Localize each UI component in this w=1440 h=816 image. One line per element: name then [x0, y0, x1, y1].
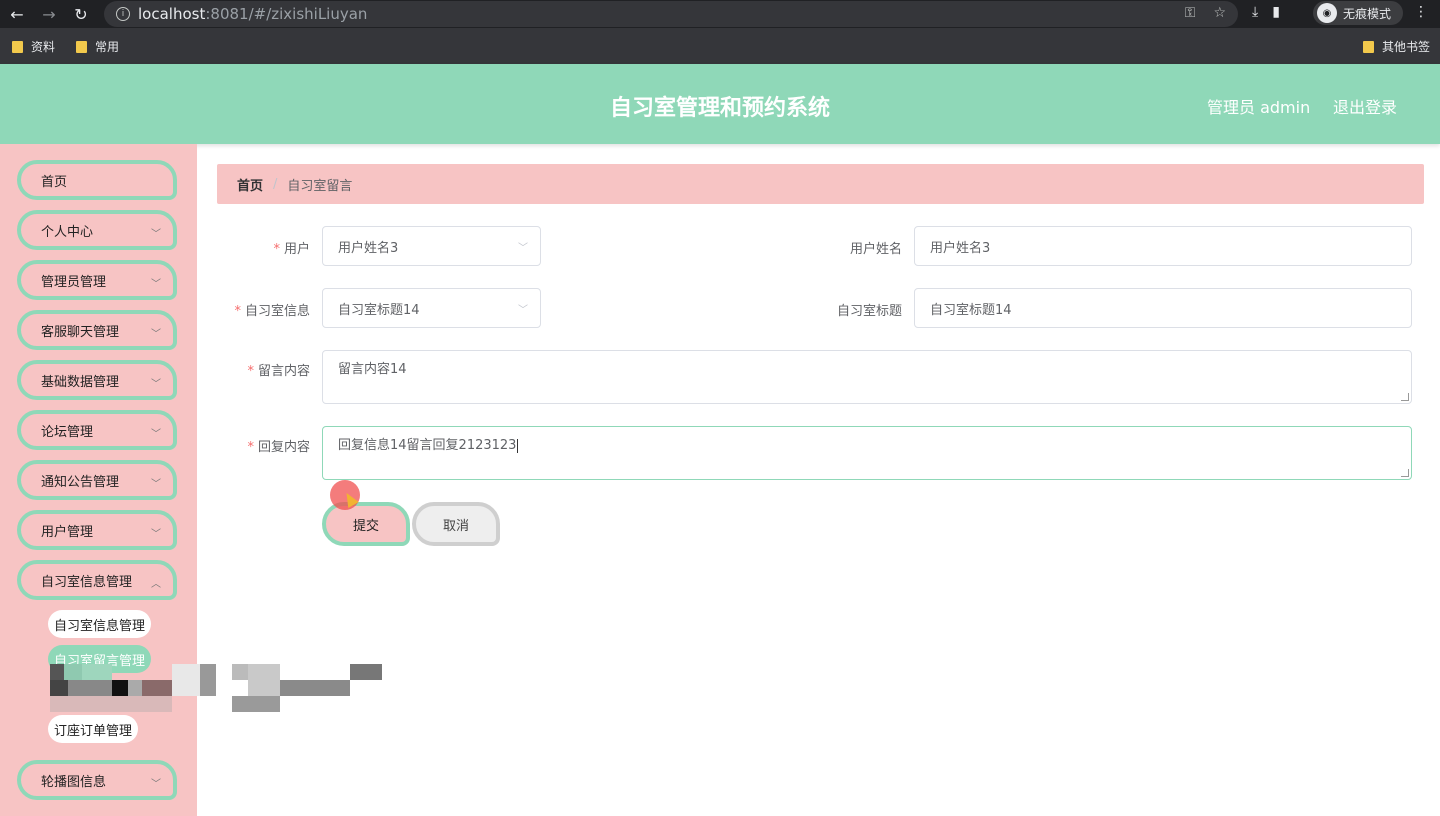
sidebar-item-admin-manage[interactable]: 管理员管理 ﹀: [17, 260, 177, 300]
user-name-field[interactable]: 用户姓名3: [914, 226, 1412, 266]
chevron-down-icon: ﹀: [151, 229, 161, 240]
chevron-down-icon: ﹀: [151, 379, 161, 390]
sidebar-item-notice[interactable]: 通知公告管理 ﹀: [17, 460, 177, 500]
room-label: * 自习室信息: [234, 304, 310, 319]
app-header: 自习室管理和预约系统 管理员 admin 退出登录: [0, 64, 1440, 144]
browser-menu-icon[interactable]: ⋮: [1414, 4, 1428, 20]
room-title-label: 自习室标题: [836, 304, 902, 319]
folder-icon: [1363, 40, 1374, 53]
chevron-down-icon: ﹀: [151, 479, 161, 490]
bookmarks-bar: 资料 常用 其他书签: [0, 28, 1440, 64]
sidebar-subitem-seat-order[interactable]: 订座订单管理: [48, 715, 139, 743]
download-icon[interactable]: ⤓: [1252, 4, 1258, 20]
incognito-indicator[interactable]: ◉ 无痕模式: [1313, 1, 1403, 25]
chevron-down-icon: ﹀: [151, 529, 161, 540]
text-caret: [517, 438, 519, 453]
folder-icon: [76, 40, 87, 53]
forward-icon[interactable]: →: [36, 1, 62, 27]
breadcrumb-separator: /: [273, 176, 278, 192]
sidebar-item-home[interactable]: 首页: [17, 160, 177, 200]
chevron-down-icon: ﹀: [518, 243, 528, 254]
message-textarea[interactable]: 留言内容14: [322, 350, 1412, 404]
folder-icon: [12, 40, 23, 53]
key-icon[interactable]: ⚿: [1185, 5, 1196, 21]
sidebar-item-chat-manage[interactable]: 客服聊天管理 ﹀: [17, 310, 177, 350]
admin-label: 管理员 admin: [1207, 98, 1311, 117]
breadcrumb: 首页 / 自习室留言: [217, 164, 1424, 204]
breadcrumb-current: 自习室留言: [287, 178, 353, 194]
message-label: * 留言内容: [247, 364, 310, 379]
incognito-label: 无痕模式: [1343, 6, 1392, 21]
chevron-down-icon: ﹀: [151, 279, 161, 290]
sidebar: 首页 个人中心 ﹀ 管理员管理 ﹀ 客服聊天管理 ﹀ 基础数据管理 ﹀ 论坛管理 ﹀ 通知…: [0, 144, 197, 816]
sidebar-item-personal-center[interactable]: 个人中心 ﹀: [17, 210, 177, 250]
cancel-button[interactable]: 取消: [412, 502, 500, 546]
bookmark-folder-other[interactable]: 其他书签: [1363, 38, 1430, 55]
url-host: localhost: [138, 5, 206, 23]
sidebar-item-user-manage[interactable]: 用户管理 ﹀: [17, 510, 177, 550]
room-select[interactable]: 自习室标题14 ﹀: [322, 288, 541, 328]
info-icon[interactable]: i: [116, 7, 130, 21]
sidebar-item-basic-data[interactable]: 基础数据管理 ﹀: [17, 360, 177, 400]
redaction-mosaic: [50, 664, 390, 712]
star-icon[interactable]: ☆: [1213, 5, 1226, 21]
browser-toolbar: ← → ↻ i localhost:8081/#/zixishiLiuyan ⚿…: [0, 0, 1440, 28]
user-label: * 用户: [273, 242, 310, 257]
chevron-down-icon: ﹀: [151, 429, 161, 440]
reply-textarea[interactable]: 回复信息14留言回复2123123: [322, 426, 1412, 480]
submit-button[interactable]: 提交: [322, 502, 410, 546]
back-icon[interactable]: ←: [4, 1, 30, 27]
sidebar-item-forum[interactable]: 论坛管理 ﹀: [17, 410, 177, 450]
incognito-icon: ◉: [1317, 3, 1337, 23]
sidebar-item-room-info[interactable]: 自习室信息管理 ︿: [17, 560, 177, 600]
resize-handle[interactable]: [1401, 393, 1409, 401]
bookmark-folder-ziliao[interactable]: 资料: [12, 38, 55, 55]
bookmark-folder-changyong[interactable]: 常用: [76, 38, 119, 55]
user-name-label: 用户姓名: [849, 242, 902, 257]
room-title-field[interactable]: 自习室标题14: [914, 288, 1412, 328]
logout-link[interactable]: 退出登录: [1333, 94, 1397, 118]
breadcrumb-home[interactable]: 首页: [237, 175, 263, 194]
url-path: :8081/#/zixishiLiuyan: [205, 5, 368, 23]
sidebar-subitem-room-info[interactable]: 自习室信息管理: [48, 610, 152, 638]
chevron-down-icon: ﹀: [518, 305, 528, 316]
chevron-down-icon: ﹀: [151, 779, 161, 790]
reload-icon[interactable]: ↻: [68, 1, 94, 27]
reply-label: * 回复内容: [247, 440, 310, 455]
chevron-up-icon: ︿: [151, 579, 161, 590]
address-bar[interactable]: i localhost:8081/#/zixishiLiuyan ⚿ ☆: [104, 1, 1238, 27]
user-select[interactable]: 用户姓名3 ﹀: [322, 226, 541, 266]
sidepanel-icon[interactable]: ▮: [1272, 4, 1280, 20]
chevron-down-icon: ﹀: [151, 329, 161, 340]
sidebar-item-carousel[interactable]: 轮播图信息 ﹀: [17, 760, 177, 800]
resize-handle[interactable]: [1401, 469, 1409, 477]
